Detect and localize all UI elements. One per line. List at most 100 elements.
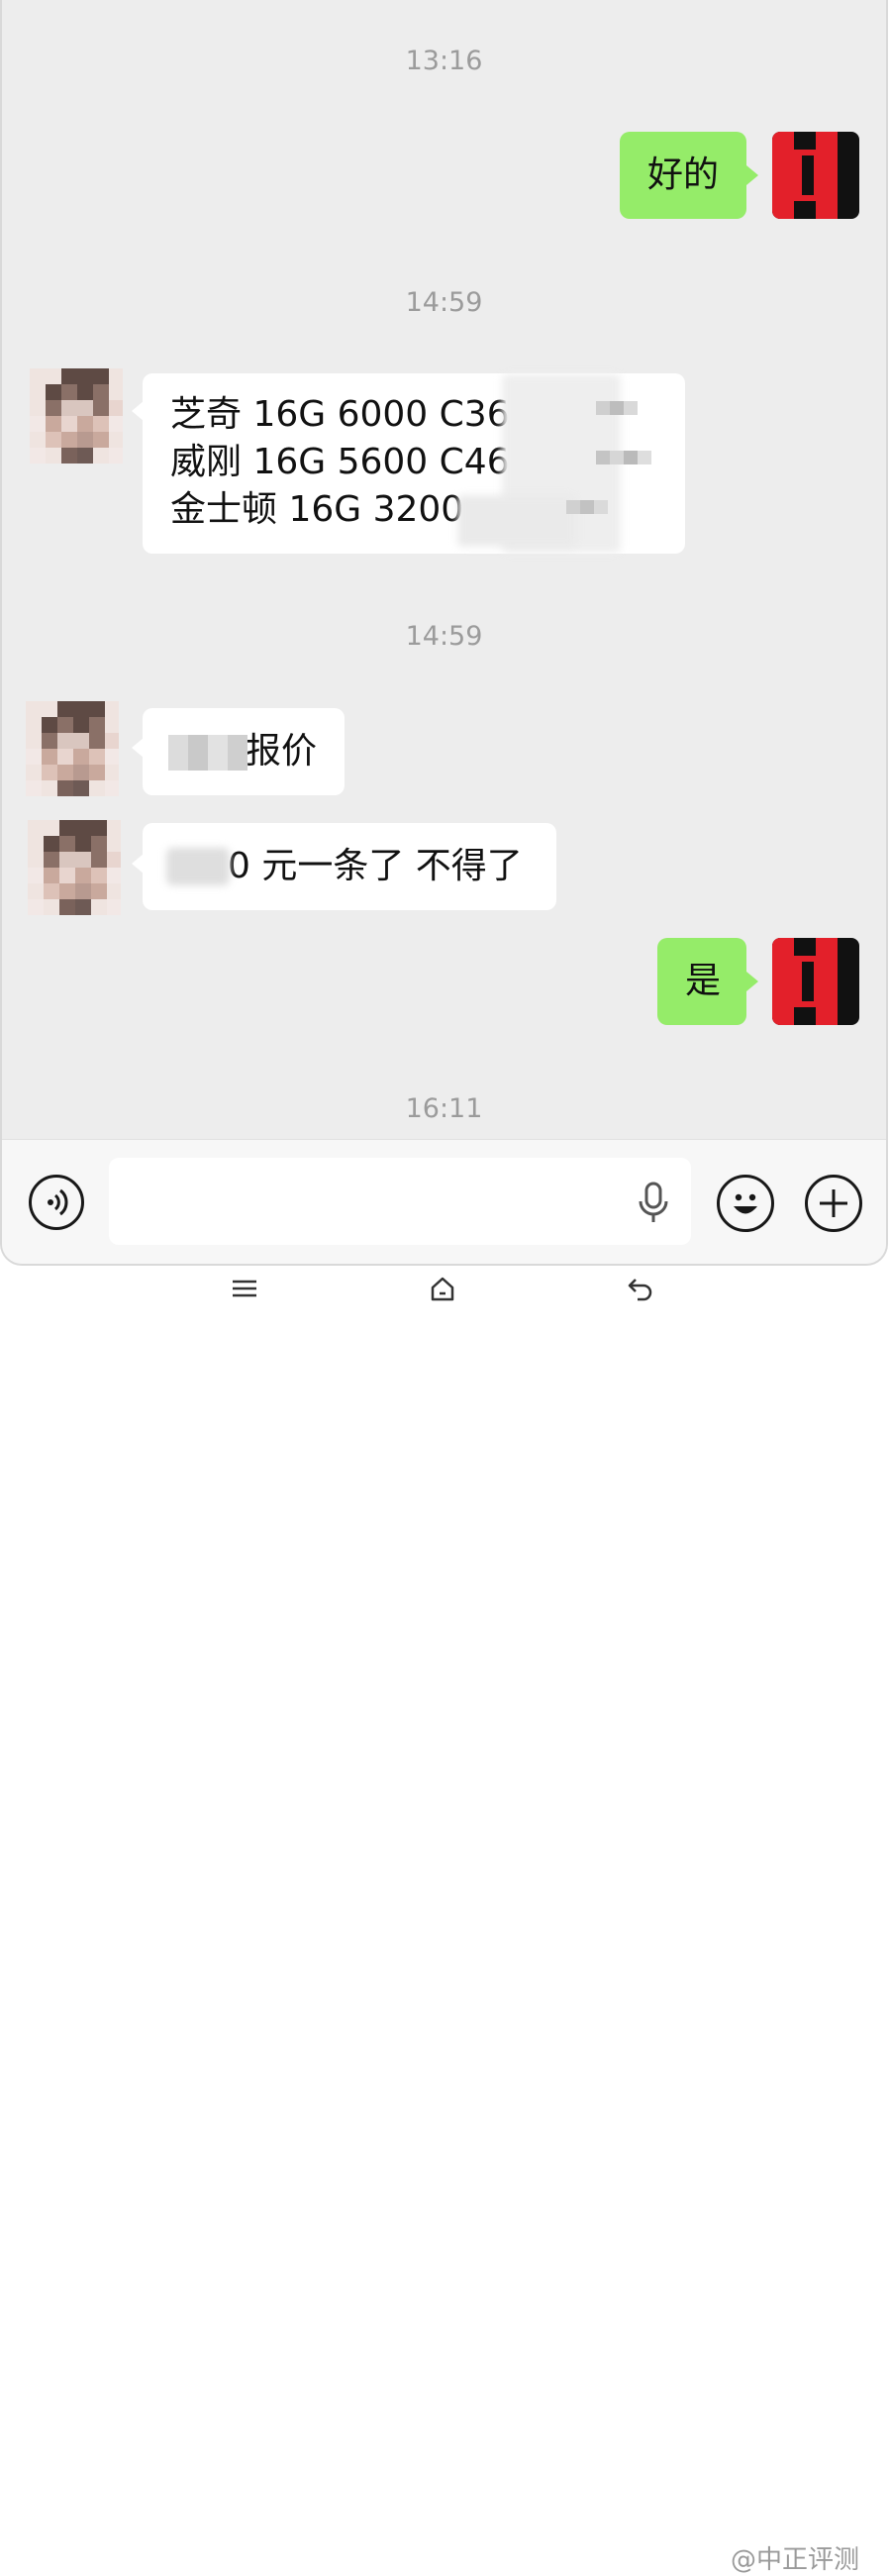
avatar-pixel (30, 368, 46, 384)
contact-avatar[interactable] (26, 701, 119, 796)
avatar-pixel (75, 836, 91, 852)
avatar-pixel (26, 780, 42, 796)
avatar-pixel (61, 432, 77, 448)
avatar-pixel (89, 701, 105, 717)
avatar-pixel (107, 836, 121, 852)
avatar-pixel (30, 432, 46, 448)
avatar-pixel (61, 400, 77, 416)
avatar-pixel (59, 868, 75, 883)
redaction-blur (166, 848, 230, 885)
message-bubble-outgoing[interactable]: 是 (657, 938, 746, 1025)
avatar-pixel (42, 765, 57, 780)
avatar-pixel (30, 384, 46, 400)
avatar-pixel (59, 836, 75, 852)
avatar-pixel (93, 368, 109, 384)
avatar-pixel (57, 701, 73, 717)
avatar-pixel (109, 448, 123, 464)
avatar-pixel (61, 448, 77, 464)
avatar-pixel (107, 820, 121, 836)
plus-button[interactable] (805, 1175, 862, 1232)
message-text: 是 (685, 961, 722, 1001)
avatar-pixel (26, 701, 42, 717)
avatar-pixel (61, 416, 77, 432)
avatar-pixel (59, 899, 75, 915)
avatar-pixel (44, 836, 59, 852)
avatar-pixel (75, 899, 91, 915)
avatar-pixel (77, 416, 93, 432)
avatar-pixel (30, 448, 46, 464)
avatar-pixel (28, 852, 44, 868)
avatar-pixel (93, 448, 109, 464)
avatar-pixel (44, 899, 59, 915)
redaction-blur (457, 495, 576, 547)
avatar-pixel (42, 780, 57, 796)
emoji-button[interactable] (717, 1175, 774, 1232)
avatar-pixel (105, 733, 119, 749)
avatar-pixel (61, 384, 77, 400)
avatar-pixel (73, 733, 89, 749)
avatar-pixel (91, 883, 107, 899)
avatar-pixel (91, 868, 107, 883)
message-input[interactable] (109, 1158, 691, 1245)
voice-icon (48, 1188, 68, 1216)
avatar-pixel (28, 883, 44, 899)
avatar-pixel (91, 836, 107, 852)
avatar-pixel (89, 717, 105, 733)
avatar-pixel (107, 899, 121, 915)
bubble-tail (746, 972, 758, 991)
avatar-pixel (57, 765, 73, 780)
avatar-pixel (109, 432, 123, 448)
avatar-pixel (46, 368, 61, 384)
avatar-pixel (77, 400, 93, 416)
message-text: 好的 (647, 155, 720, 195)
avatar-pixel (109, 368, 123, 384)
avatar-pixel (93, 416, 109, 432)
avatar-pixel (26, 733, 42, 749)
avatar-pixel (77, 448, 93, 464)
avatar-pixel (75, 820, 91, 836)
message-text: 0 元一条了 不得了 (228, 846, 523, 886)
avatar-pixel (26, 749, 42, 765)
avatar-pixel (57, 780, 73, 796)
timestamp: 14:59 (405, 621, 483, 652)
avatar-pixel (59, 820, 75, 836)
home-icon[interactable] (428, 1274, 457, 1303)
avatar-pixel (57, 749, 73, 765)
plus-icon (820, 1189, 847, 1217)
chat-screen: 13:16 好的 14:59 芝奇 16G 6000 C36 威刚 16G 56… (0, 0, 888, 1266)
avatar-pixel (44, 852, 59, 868)
contact-avatar[interactable] (28, 820, 121, 915)
avatar-pixel (105, 717, 119, 733)
avatar-pixel (109, 384, 123, 400)
avatar-pixel (105, 749, 119, 765)
message-bubble-outgoing[interactable]: 好的 (620, 132, 746, 219)
avatar-pixel (77, 384, 93, 400)
avatar-pixel (57, 733, 73, 749)
avatar-pixel (59, 852, 75, 868)
avatar-pixel (77, 432, 93, 448)
menu-icon[interactable] (230, 1274, 259, 1303)
avatar-pixel (89, 780, 105, 796)
avatar-pixel (61, 368, 77, 384)
avatar-pixel (46, 432, 61, 448)
back-icon[interactable] (626, 1274, 655, 1303)
avatar-pixel (93, 432, 109, 448)
avatar-pixel (109, 400, 123, 416)
avatar-pixel (26, 765, 42, 780)
contact-avatar[interactable] (30, 368, 123, 464)
microphone-icon[interactable] (636, 1182, 671, 1225)
avatar-pixel (73, 749, 89, 765)
input-bar (2, 1139, 886, 1264)
avatar-pixel (28, 868, 44, 883)
avatar-pixel (42, 701, 57, 717)
my-avatar[interactable] (772, 938, 859, 1025)
my-avatar[interactable] (772, 132, 859, 219)
avatar-pixel (93, 400, 109, 416)
avatar-pixel (107, 883, 121, 899)
timestamp: 16:11 (405, 1093, 483, 1124)
voice-button[interactable] (29, 1175, 84, 1230)
bubble-tail (746, 165, 758, 185)
emoji-icon (734, 1193, 757, 1214)
avatar-pixel (75, 883, 91, 899)
avatar-pixel (46, 416, 61, 432)
